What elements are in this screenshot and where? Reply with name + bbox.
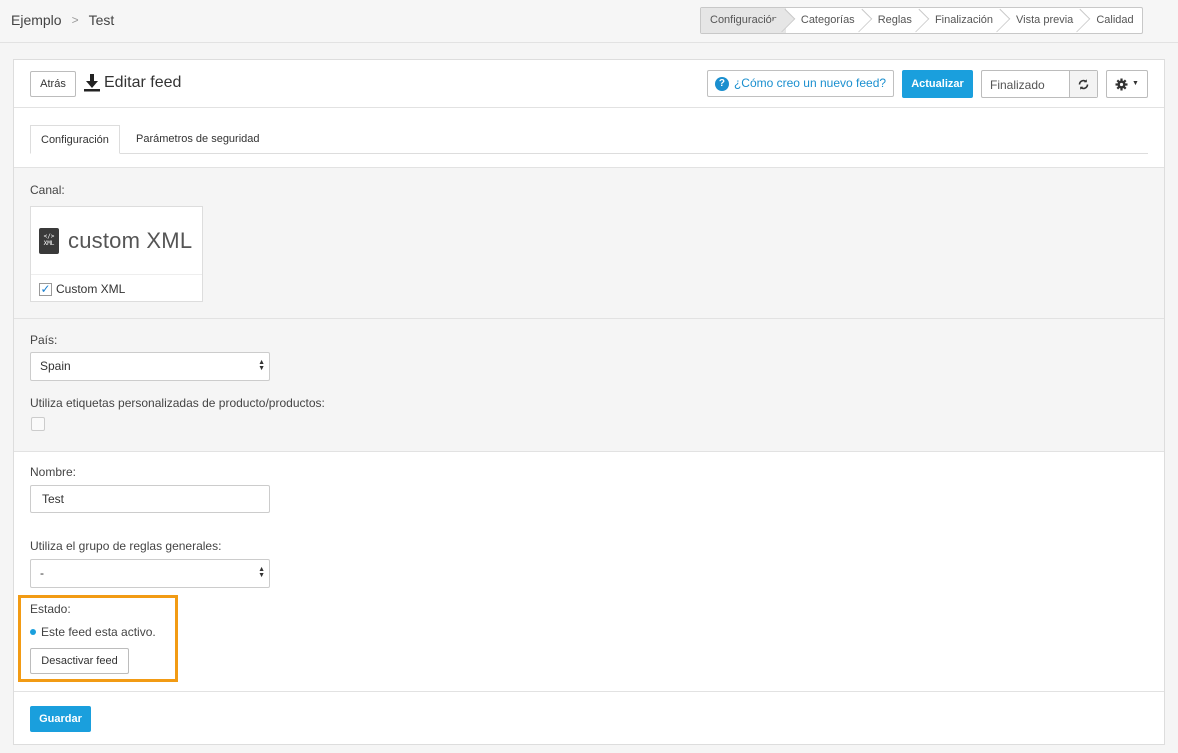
xml-file-icon: </> XML (39, 227, 59, 254)
channel-option-label: Custom XML (56, 282, 126, 296)
refresh-icon[interactable] (1069, 71, 1097, 97)
tab-parametros-seguridad[interactable]: Parámetros de seguridad (126, 125, 270, 154)
settings-dropdown-button[interactable]: ▼ (1106, 70, 1148, 98)
help-new-feed-link[interactable]: ? ¿Cómo creo un nuevo feed? (707, 70, 894, 97)
top-bar: Ejemplo > Test Configuración Categorías … (0, 0, 1178, 43)
step-calidad[interactable]: Calidad (1081, 8, 1141, 33)
tabs-area: Configuración Parámetros de seguridad (14, 108, 1164, 168)
country-section: País: Spain ▲ ▼ Utiliza etiquetas persona… (14, 319, 1164, 452)
deactivate-feed-button[interactable]: Desactivar feed (30, 648, 129, 674)
rules-group-select[interactable]: - ▲ ▼ (30, 559, 270, 588)
chevron-right-icon: > (71, 13, 79, 27)
channel-label: Canal: (30, 183, 65, 197)
channel-card[interactable]: </> XML custom XML ✓ Custom XML (30, 206, 203, 302)
save-button[interactable]: Guardar (30, 706, 91, 732)
rules-group-value: - (40, 566, 44, 580)
help-label: ¿Cómo creo un nuevo feed? (733, 76, 887, 90)
status-label: Estado: (30, 602, 71, 616)
country-label: País: (30, 333, 58, 347)
update-button[interactable]: Actualizar (902, 70, 973, 98)
name-input[interactable]: Test (30, 485, 270, 513)
channel-logo: </> XML custom XML (31, 207, 202, 275)
step-reglas[interactable]: Reglas (863, 8, 920, 33)
step-finalizacion[interactable]: Finalización (920, 8, 1001, 33)
country-value: Spain (40, 359, 71, 373)
tab-configuracion[interactable]: Configuración (30, 125, 120, 154)
step-configuracion[interactable]: Configuración (701, 8, 786, 33)
breadcrumb: Ejemplo > Test (11, 12, 114, 28)
select-arrows-icon: ▲ ▼ (258, 359, 265, 372)
page-title-text: Editar feed (104, 74, 182, 91)
channel-section: Canal: </> XML custom XML ✓ Custom XML (14, 168, 1164, 319)
select-arrows-icon: ▲ ▼ (258, 566, 265, 579)
panel-footer: Guardar (14, 692, 1164, 744)
panel-header: Atrás Editar feed ? ¿Cómo creo un nuevo … (14, 60, 1164, 108)
custom-labels-checkbox[interactable] (31, 417, 45, 431)
step-vista-previa[interactable]: Vista previa (1001, 8, 1081, 33)
channel-option: ✓ Custom XML (39, 282, 125, 296)
gear-icon (1115, 78, 1128, 90)
caret-down-icon: ▼ (1132, 80, 1139, 87)
active-dot-icon (30, 629, 36, 635)
channel-logo-text: custom XML (68, 227, 193, 253)
channel-checkbox[interactable]: ✓ (39, 282, 52, 296)
status-text: Este feed esta activo. (30, 625, 156, 639)
page-title: Editar feed (84, 74, 181, 92)
custom-labels-label: Utiliza etiquetas personalizadas de prod… (30, 396, 325, 410)
wizard-steps: Configuración Categorías Reglas Finaliza… (700, 7, 1143, 34)
question-icon: ? (714, 76, 729, 91)
status-message: Este feed esta activo. (41, 625, 156, 639)
country-select[interactable]: Spain ▲ ▼ (30, 352, 270, 381)
feed-status-field: Finalizado (981, 70, 1098, 98)
breadcrumb-parent[interactable]: Ejemplo (11, 12, 62, 28)
name-label: Nombre: (30, 465, 77, 479)
step-categorias[interactable]: Categorías (786, 8, 863, 33)
edit-feed-panel: Atrás Editar feed ? ¿Cómo creo un nuevo … (13, 59, 1165, 745)
rules-group-label: Utiliza el grupo de reglas generales: (30, 539, 222, 553)
breadcrumb-current: Test (88, 12, 115, 28)
feed-status-value: Finalizado (990, 78, 1045, 92)
download-icon (84, 74, 100, 92)
back-button[interactable]: Atrás (30, 71, 76, 97)
name-section: Nombre: Test Utiliza el grupo de reglas … (14, 452, 1164, 692)
